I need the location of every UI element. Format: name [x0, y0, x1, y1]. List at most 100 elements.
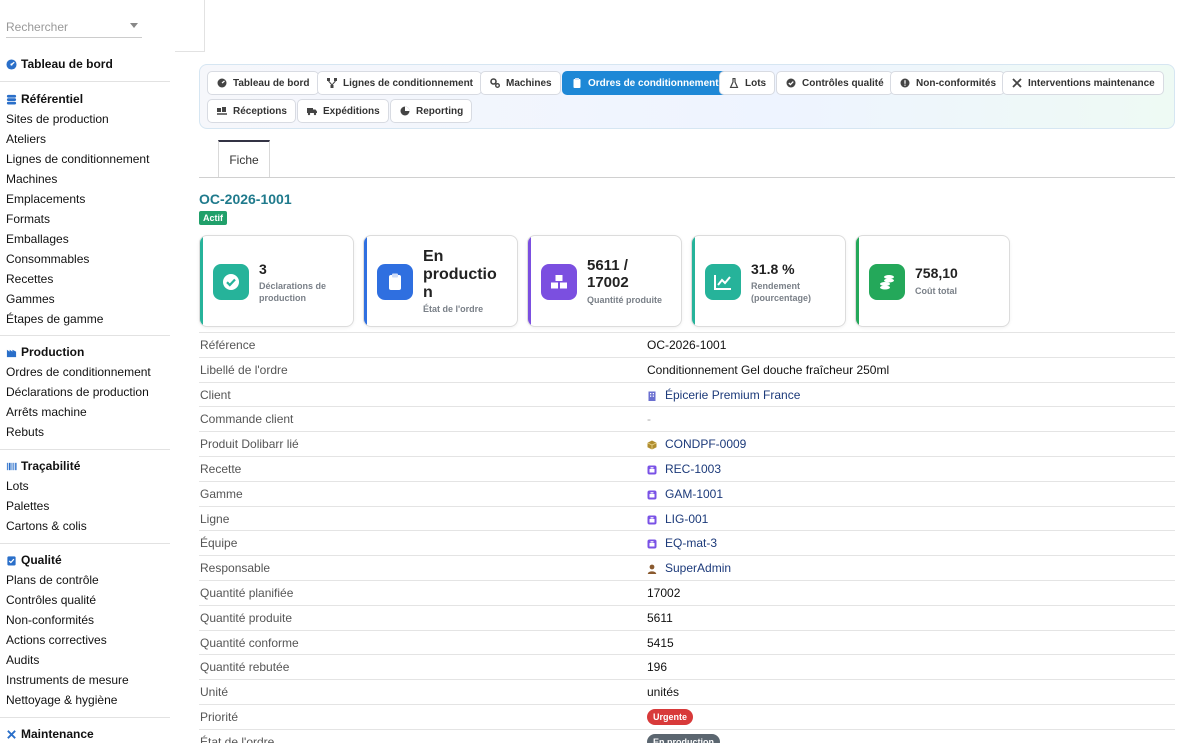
tools-icon [7, 729, 16, 739]
menu-item[interactable]: Ateliers [0, 129, 170, 149]
field-value[interactable]: REC-1003 [647, 462, 721, 476]
table-row: État de l'ordre En production [199, 728, 1175, 743]
tab-label: Lots [745, 77, 767, 89]
menu-head-dashboard[interactable]: Tableau de bord [0, 54, 170, 74]
menu-head-label: Tableau de bord [21, 57, 113, 71]
field-value[interactable]: Épicerie Premium France [647, 388, 800, 402]
menu-item[interactable]: Étapes de gamme [0, 309, 170, 329]
menu-item[interactable]: Plans de contrôle [0, 570, 170, 590]
clipboard-icon [573, 78, 581, 88]
menu-head-maintenance[interactable]: Maintenance [0, 724, 170, 743]
record-link[interactable]: REC-1003 [665, 462, 721, 476]
menu-item[interactable]: Machines [0, 169, 170, 189]
field-value: 5415 [647, 636, 674, 650]
tab-machines[interactable]: Machines [480, 71, 561, 95]
menu-item[interactable]: Emplacements [0, 189, 170, 209]
field-label: État de l'ordre [200, 734, 275, 743]
menu-item[interactable]: Non-conformités [0, 610, 170, 630]
search-select[interactable]: Rechercher [6, 18, 142, 38]
card-accent [856, 236, 859, 326]
field-value[interactable]: CONDPF-0009 [647, 437, 746, 451]
field-value[interactable]: LIG-001 [647, 512, 708, 526]
box-icon [647, 439, 657, 450]
menu-item[interactable]: Recettes [0, 269, 170, 289]
kpi-value: 758,10 [915, 265, 958, 281]
top-panel [175, 0, 205, 52]
menu-item[interactable]: Rebuts [0, 422, 170, 442]
table-row: Unité unités [199, 679, 1175, 704]
tab-controles-qualite[interactable]: Contrôles qualité [776, 71, 893, 95]
tab-non-conformites[interactable]: Non-conformités [890, 71, 1005, 95]
table-row: Gamme GAM-1001 [199, 480, 1175, 506]
menu-item[interactable]: Emballages [0, 229, 170, 249]
chevron-down-icon[interactable] [130, 23, 138, 28]
record-link[interactable]: GAM-1001 [665, 487, 723, 501]
value-text: OC-2026-1001 [647, 338, 727, 352]
kpi-value: En productio n [423, 248, 497, 301]
tab-label: Lignes de conditionnement [343, 77, 474, 89]
tab-ordres-conditionnement[interactable]: Ordres de conditionnement [562, 71, 728, 95]
field-value[interactable]: SuperAdmin [647, 561, 731, 575]
menu-item[interactable]: Ordres de conditionnement [0, 362, 170, 382]
menu-item[interactable]: Gammes [0, 289, 170, 309]
menu-item[interactable]: Palettes [0, 496, 170, 516]
menu-item[interactable]: Formats [0, 209, 170, 229]
menu-item[interactable]: Cartons & colis [0, 516, 170, 536]
record-link[interactable]: EQ-mat-3 [665, 536, 717, 550]
menu-referentiel: Référentiel Sites de production Ateliers… [0, 89, 170, 329]
record-link[interactable]: CONDPF-0009 [665, 437, 746, 451]
menu-item[interactable]: Actions correctives [0, 630, 170, 650]
tab-lots[interactable]: Lots [719, 71, 776, 95]
menu-item[interactable]: Lots [0, 476, 170, 496]
record-link[interactable]: LIG-001 [665, 512, 708, 526]
menu-item[interactable]: Déclarations de production [0, 382, 170, 402]
record-link[interactable]: Épicerie Premium France [665, 388, 800, 402]
tab-label: Interventions maintenance [1028, 77, 1155, 89]
menu-item[interactable]: Arrêts machine [0, 402, 170, 422]
tab-dashboard[interactable]: Tableau de bord [207, 71, 319, 95]
field-label: Unité [200, 685, 229, 700]
menu-item[interactable]: Consommables [0, 249, 170, 269]
value-text: 196 [647, 660, 668, 675]
tab-reporting[interactable]: Reporting [390, 99, 473, 123]
field-value: OC-2026-1001 [647, 338, 726, 352]
menu-item[interactable]: Audits [0, 650, 170, 670]
menu-head-referentiel[interactable]: Référentiel [0, 89, 170, 109]
kpi-card-declarations: 3 Déclarations de production [199, 235, 354, 327]
search-placeholder: Rechercher [6, 20, 69, 34]
menu-head-production[interactable]: Production [0, 342, 170, 362]
tab-fiche[interactable]: Fiche [218, 140, 270, 178]
record-link[interactable]: SuperAdmin [665, 561, 731, 575]
value-text: 5415 [647, 635, 674, 650]
tab-lignes-conditionnement[interactable]: Lignes de conditionnement [317, 71, 483, 95]
table-row: Référence OC-2026-1001 [199, 332, 1175, 357]
status-pill: En production [647, 733, 720, 743]
coins-icon [869, 264, 905, 300]
divider [0, 81, 170, 82]
menu-item[interactable]: Lignes de conditionnement [0, 149, 170, 169]
menu-item[interactable]: Contrôles qualité [0, 590, 170, 610]
menu-item[interactable]: Instruments de mesure [0, 670, 170, 690]
tab-expeditions[interactable]: Expéditions [297, 99, 389, 123]
menu-head-tracabilite[interactable]: Traçabilité [0, 456, 170, 476]
field-label: Quantité produite [200, 610, 293, 625]
tab-label: Non-conformités [916, 77, 996, 89]
tab-interventions-maintenance[interactable]: Interventions maintenance [1002, 71, 1164, 95]
field-value: Urgente [647, 709, 694, 725]
page-title: OC-2026-1001 [199, 191, 292, 207]
table-row: Commande client - [199, 406, 1175, 431]
field-label: Client [200, 387, 231, 402]
field-label: Quantité planifiée [200, 586, 294, 600]
menu-head-qualite[interactable]: Qualité [0, 550, 170, 570]
menu-item[interactable]: Nettoyage & hygiène [0, 690, 170, 710]
menu-maintenance: Maintenance [0, 724, 170, 743]
check-circle-icon [213, 264, 249, 300]
divider [0, 543, 170, 544]
table-row: Quantité conforme 5415 [199, 629, 1175, 655]
menu-head-label: Production [21, 345, 85, 359]
tab-label: Réceptions [233, 105, 287, 117]
tab-receptions[interactable]: Réceptions [207, 99, 296, 123]
field-value[interactable]: GAM-1001 [647, 487, 723, 501]
menu-item[interactable]: Sites de production [0, 109, 170, 129]
field-value[interactable]: EQ-mat-3 [647, 536, 717, 550]
